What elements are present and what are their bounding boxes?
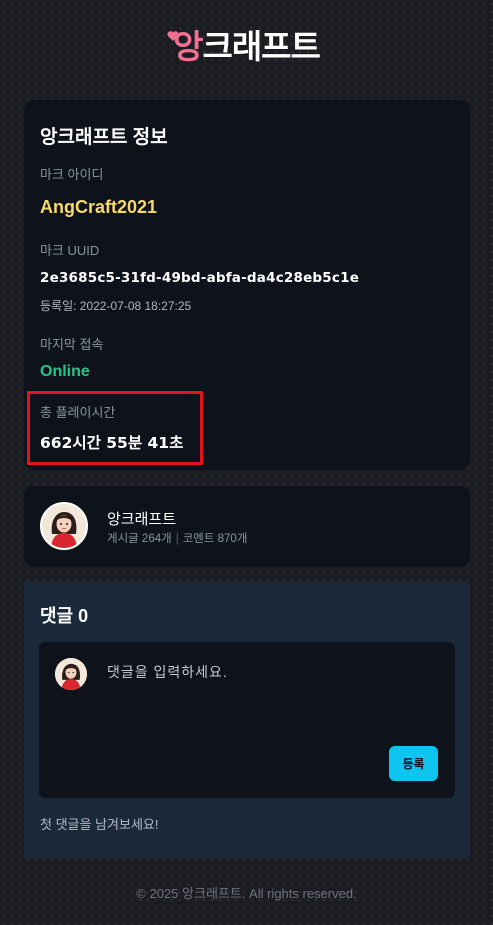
avatar-image	[42, 504, 86, 548]
info-title: 앙크래프트 정보	[40, 127, 168, 148]
last-seen-label: 마지막 접속	[40, 337, 104, 352]
account-info-card: 앙크래프트 정보 마크 아이디 AngCraft2021 마크 UUID 2e3…	[24, 100, 470, 470]
profile-card[interactable]: 앙크래프트 게시글 264개 | 코멘트 870개	[24, 486, 470, 567]
comment-count: 코멘트 870개	[182, 533, 248, 545]
registered-date: 등록일: 2022-07-08 18:27:25	[40, 299, 192, 313]
site-logo[interactable]: 앙크래프트	[0, 22, 493, 72]
stat-divider: |	[175, 533, 179, 545]
empty-comments-text: 첫 댓글을 남겨보세요!	[40, 817, 159, 832]
minecraft-id: AngCraft2021	[40, 197, 158, 217]
post-count: 게시글 264개	[107, 533, 172, 545]
footer-copyright: © 2025 앙크래프트. All rights reserved.	[136, 886, 357, 901]
uuid-value: 2e3685c5-31fd-49bd-abfa-da4c28eb5c1e	[40, 270, 360, 286]
id-label: 마크 아이디	[40, 167, 104, 182]
avatar-image	[55, 658, 87, 690]
online-status: Online	[40, 363, 90, 380]
comment-input[interactable]: 댓글을 입력하세요.	[107, 662, 228, 682]
comments-section: 댓글 0 댓글을 입력하세요. 등록 첫 댓글을 남겨보세요!	[24, 582, 470, 858]
comments-title: 댓글 0	[40, 606, 89, 626]
commenter-avatar	[55, 658, 87, 690]
profile-stats: 게시글 264개 | 코멘트 870개	[107, 530, 247, 546]
playtime-value: 662시간 55분 41초	[40, 434, 184, 452]
profile-name[interactable]: 앙크래프트	[107, 508, 176, 529]
submit-comment-button[interactable]: 등록	[389, 746, 438, 781]
comment-form[interactable]: 댓글을 입력하세요. 등록	[39, 642, 455, 798]
avatar[interactable]	[40, 502, 88, 550]
heart-icon	[167, 31, 179, 41]
uuid-label: 마크 UUID	[40, 243, 100, 258]
logo-text: 앙크래프트	[173, 27, 321, 66]
playtime-label: 총 플레이시간	[40, 405, 116, 420]
